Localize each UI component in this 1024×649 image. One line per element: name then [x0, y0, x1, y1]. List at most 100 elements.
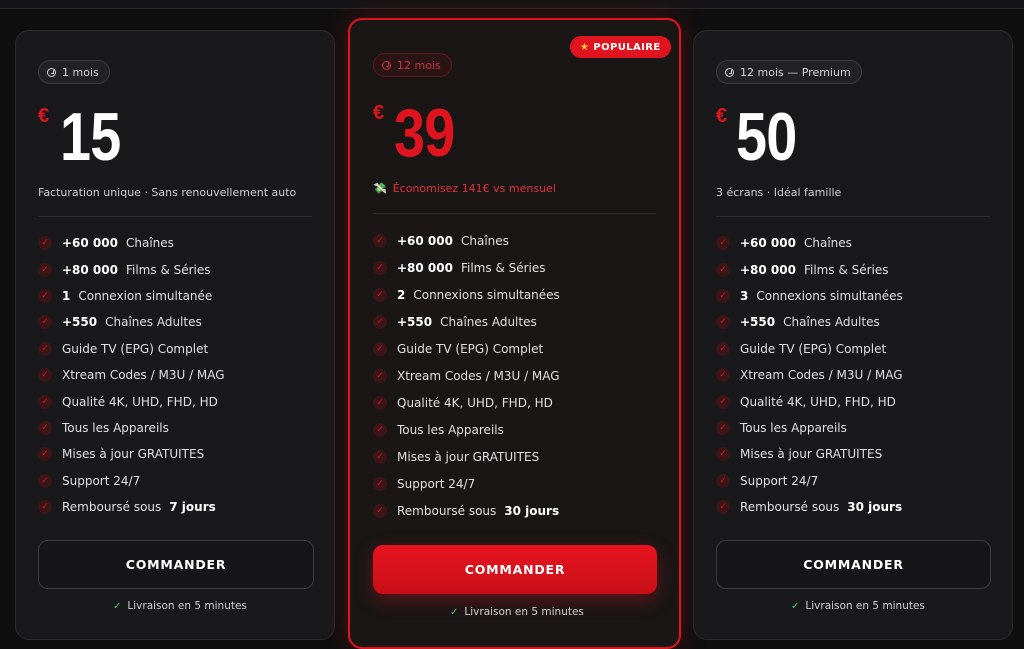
feature-item: Guide TV (EPG) Complet [716, 336, 903, 362]
top-bar [0, 0, 1024, 9]
check-circle-icon [38, 236, 52, 251]
check-circle-icon [373, 450, 387, 465]
feature-item: Xtream Codes / M3U / MAG [716, 362, 903, 388]
plan-card-1-month: 1 mois € 15 Facturation unique · Sans re… [15, 30, 335, 640]
check-circle-icon [373, 260, 387, 275]
check-circle-icon [38, 262, 52, 277]
feature-list: +60 000Chaînes +80 000Films & Séries 1Co… [38, 230, 225, 520]
feature-item: +60 000Chaînes [373, 227, 560, 254]
order-button[interactable]: COMMANDER [716, 540, 991, 589]
feature-item: Tous les Appareils [373, 417, 560, 444]
check-circle-icon [716, 394, 730, 409]
check-circle-icon [373, 423, 387, 438]
check-icon: ✓ [450, 606, 459, 618]
check-circle-icon [716, 473, 730, 488]
star-icon: ★ [580, 41, 590, 53]
check-circle-icon [716, 236, 730, 251]
feature-item: +60 000Chaînes [38, 230, 225, 256]
plan-subtitle: 3 écrans · Idéal famille [716, 186, 842, 199]
currency-symbol: € [716, 105, 728, 127]
price-value: 15 [60, 99, 121, 175]
plan-card-12-months-premium: 12 mois — Premium € 50 3 écrans · Idéal … [693, 30, 1013, 640]
check-circle-icon [716, 420, 730, 435]
feature-item: Tous les Appareils [716, 415, 903, 441]
feature-item: Qualité 4K, UHD, FHD, HD [716, 388, 903, 414]
check-icon: ✓ [791, 600, 800, 612]
divider [373, 213, 656, 214]
check-circle-icon [716, 447, 730, 462]
feature-item: Support 24/7 [716, 468, 903, 494]
plan-card-12-months-popular: ★ POPULAIRE 12 mois € 39 💸 Économisez 141… [348, 18, 681, 649]
order-button[interactable]: COMMANDER [373, 545, 657, 594]
feature-item: 3Connexions simultanées [716, 283, 903, 309]
feature-item: Remboursé sous30 jours [716, 494, 903, 520]
clock-icon [382, 60, 391, 70]
check-circle-icon [38, 394, 52, 409]
divider [716, 216, 990, 217]
check-circle-icon [716, 341, 730, 356]
feature-item: Support 24/7 [38, 468, 225, 494]
duration-pill: 12 mois [373, 53, 452, 77]
delivery-note: ✓ Livraison en 5 minutes [113, 600, 247, 612]
check-circle-icon [373, 287, 387, 302]
duration-pill: 12 mois — Premium [716, 60, 862, 84]
feature-list: +60 000Chaînes +80 000Films & Séries 2Co… [373, 227, 560, 525]
feature-item: +80 000Films & Séries [38, 256, 225, 282]
duration-pill: 1 mois [38, 60, 110, 84]
check-circle-icon [373, 504, 387, 519]
feature-item: Xtream Codes / M3U / MAG [38, 362, 225, 388]
plan-subtitle: Facturation unique · Sans renouvellement… [38, 186, 297, 199]
price-value: 39 [394, 95, 455, 171]
money-icon: 💸 [373, 182, 387, 195]
clock-icon [47, 67, 56, 77]
feature-item: Guide TV (EPG) Complet [38, 336, 225, 362]
delivery-note: ✓ Livraison en 5 minutes [450, 606, 584, 618]
feature-item: Mises à jour GRATUITES [373, 444, 560, 471]
order-button[interactable]: COMMANDER [38, 540, 314, 589]
duration-label: 1 mois [62, 65, 99, 79]
check-circle-icon [38, 473, 52, 488]
feature-item: Support 24/7 [373, 471, 560, 498]
check-circle-icon [373, 233, 387, 248]
check-circle-icon [716, 315, 730, 330]
check-circle-icon [716, 262, 730, 277]
feature-item: 1Connexion simultanée [38, 283, 225, 309]
feature-item: Tous les Appareils [38, 415, 225, 441]
feature-item: Remboursé sous7 jours [38, 494, 225, 520]
feature-item: Mises à jour GRATUITES [716, 441, 903, 467]
currency-symbol: € [38, 105, 50, 127]
check-circle-icon [38, 368, 52, 383]
divider [38, 216, 312, 217]
check-circle-icon [373, 341, 387, 356]
savings-note: 💸 Économisez 141€ vs mensuel [373, 182, 556, 195]
check-circle-icon [38, 500, 52, 515]
feature-item: +550Chaînes Adultes [373, 308, 560, 335]
duration-label: 12 mois [397, 58, 441, 72]
feature-item: +80 000Films & Séries [373, 254, 560, 281]
feature-item: Guide TV (EPG) Complet [373, 335, 560, 362]
check-circle-icon [373, 477, 387, 492]
feature-item: +80 000Films & Séries [716, 256, 903, 282]
feature-list: +60 000Chaînes +80 000Films & Séries 3Co… [716, 230, 903, 520]
check-circle-icon [38, 315, 52, 330]
feature-item: 2Connexions simultanées [373, 281, 560, 308]
check-circle-icon [373, 314, 387, 329]
check-circle-icon [38, 288, 52, 303]
popular-badge: ★ POPULAIRE [570, 36, 671, 58]
check-circle-icon [373, 369, 387, 384]
delivery-note: ✓ Livraison en 5 minutes [791, 600, 925, 612]
feature-item: +550Chaînes Adultes [38, 309, 225, 335]
check-circle-icon [38, 341, 52, 356]
check-circle-icon [716, 368, 730, 383]
price-value: 50 [736, 99, 797, 175]
check-circle-icon [716, 500, 730, 515]
currency-symbol: € [373, 102, 385, 124]
check-circle-icon [38, 447, 52, 462]
feature-item: Remboursé sous30 jours [373, 498, 560, 525]
duration-label: 12 mois — Premium [740, 65, 851, 79]
check-icon: ✓ [113, 600, 122, 612]
check-circle-icon [716, 288, 730, 303]
feature-item: Qualité 4K, UHD, FHD, HD [373, 390, 560, 417]
feature-item: Qualité 4K, UHD, FHD, HD [38, 388, 225, 414]
check-circle-icon [373, 396, 387, 411]
